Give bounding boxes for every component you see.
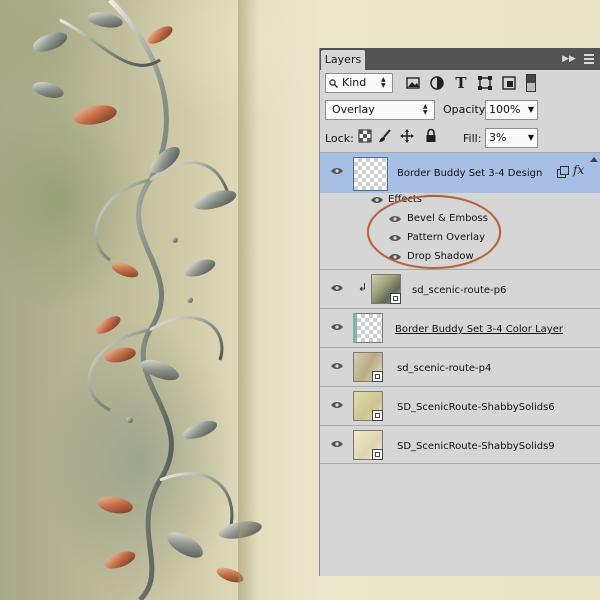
highlight-annotation-ellipse	[367, 195, 501, 269]
dropdown-arrow-icon[interactable]: ▼	[528, 101, 534, 119]
layer-name: sd_scenic-route-p4	[397, 363, 492, 374]
panel-tab-bar: Layers ▶▶	[320, 48, 600, 70]
select-arrows-icon: ▲ ▼	[423, 103, 428, 116]
layer-row-scenic-route-p4[interactable]: sd_scenic-route-p4	[320, 347, 600, 386]
smart-object-badge-icon	[390, 293, 401, 304]
layer-name: SD_ScenicRoute-ShabbySolids9	[397, 441, 555, 452]
lock-transparent-pixels-icon[interactable]	[358, 129, 372, 143]
fill-value: 3%	[489, 131, 507, 144]
search-icon	[329, 79, 338, 88]
layer-name: SD_ScenicRoute-ShabbySolids6	[397, 402, 555, 413]
lock-all-icon[interactable]	[424, 128, 438, 143]
layer-name: Border Buddy Set 3-4 Color Layer	[395, 324, 563, 335]
smart-filter-icon	[557, 166, 569, 178]
visibility-eye-icon[interactable]	[331, 323, 343, 331]
layer-row-shabby-solids9[interactable]: SD_ScenicRoute-ShabbySolids9	[320, 425, 600, 464]
layer-row-scenic-route-p6[interactable]: ↲ sd_scenic-route-p6	[320, 269, 600, 308]
filter-toggle-switch[interactable]	[526, 74, 536, 92]
opacity-label: Opacity:	[443, 103, 489, 116]
lock-label: Lock:	[325, 132, 354, 145]
filter-type-layer-icon[interactable]: T	[452, 74, 470, 92]
smart-object-badge-icon	[372, 449, 383, 460]
fill-field[interactable]: 3% ▼	[485, 128, 538, 148]
layer-name: sd_scenic-route-p6	[412, 285, 507, 296]
layer-thumbnail	[353, 313, 383, 343]
filter-kind-select[interactable]: Kind ▲ ▼	[325, 73, 393, 93]
filter-shape-layer-icon[interactable]	[476, 74, 494, 92]
lock-image-pixels-icon[interactable]	[378, 129, 392, 143]
opacity-field[interactable]: 100% ▼	[485, 100, 538, 120]
tab-layers[interactable]: Layers	[321, 50, 365, 70]
paper-edge	[238, 0, 258, 600]
collapse-panel-icon[interactable]: ▶▶	[562, 52, 576, 66]
visibility-eye-icon[interactable]	[331, 284, 343, 292]
fill-label: Fill:	[463, 132, 482, 145]
smart-object-badge-icon	[372, 371, 383, 382]
visibility-eye-icon[interactable]	[331, 362, 343, 370]
scroll-up-arrow-icon[interactable]	[590, 157, 598, 162]
visibility-eye-icon[interactable]	[331, 401, 343, 409]
layer-thumbnail	[371, 274, 401, 304]
opacity-value: 100%	[489, 103, 521, 116]
panel-menu-icon[interactable]	[582, 52, 596, 66]
layer-row-border-color-layer[interactable]: Border Buddy Set 3-4 Color Layer	[320, 308, 600, 347]
filter-kind-value: Kind	[342, 76, 367, 89]
layer-row-shabby-solids6[interactable]: SD_ScenicRoute-ShabbySolids6	[320, 386, 600, 425]
blend-mode-select[interactable]: Overlay ▲ ▼	[325, 100, 435, 120]
filter-pixel-layer-icon[interactable]	[404, 74, 422, 92]
filter-adjustment-layer-icon[interactable]	[428, 74, 446, 92]
blend-mode-value: Overlay	[332, 103, 375, 116]
select-arrows-icon: ▲ ▼	[381, 76, 386, 89]
layer-thumbnail	[353, 430, 383, 460]
filter-smart-object-icon[interactable]	[500, 74, 518, 92]
visibility-eye-icon[interactable]	[331, 167, 343, 175]
layer-thumbnail	[353, 352, 383, 382]
lock-position-icon[interactable]	[400, 129, 414, 143]
effects-visibility-eye-icon[interactable]	[371, 196, 383, 204]
fx-icon[interactable]: fx	[573, 163, 584, 177]
layer-thumbnail	[353, 157, 388, 191]
layer-name: Border Buddy Set 3-4 Design	[397, 168, 543, 179]
layer-thumbnail	[353, 391, 383, 421]
smart-object-badge-icon	[372, 410, 383, 421]
clipping-mask-arrow-icon: ↲	[358, 281, 368, 294]
dropdown-arrow-icon[interactable]: ▼	[528, 129, 534, 147]
layer-row-border-design[interactable]: Border Buddy Set 3-4 Design fx	[320, 152, 600, 193]
layers-panel: Layers ▶▶ Kind ▲ ▼ T Overlay ▲ ▼ Opacity: …	[319, 48, 600, 576]
visibility-eye-icon[interactable]	[331, 440, 343, 448]
